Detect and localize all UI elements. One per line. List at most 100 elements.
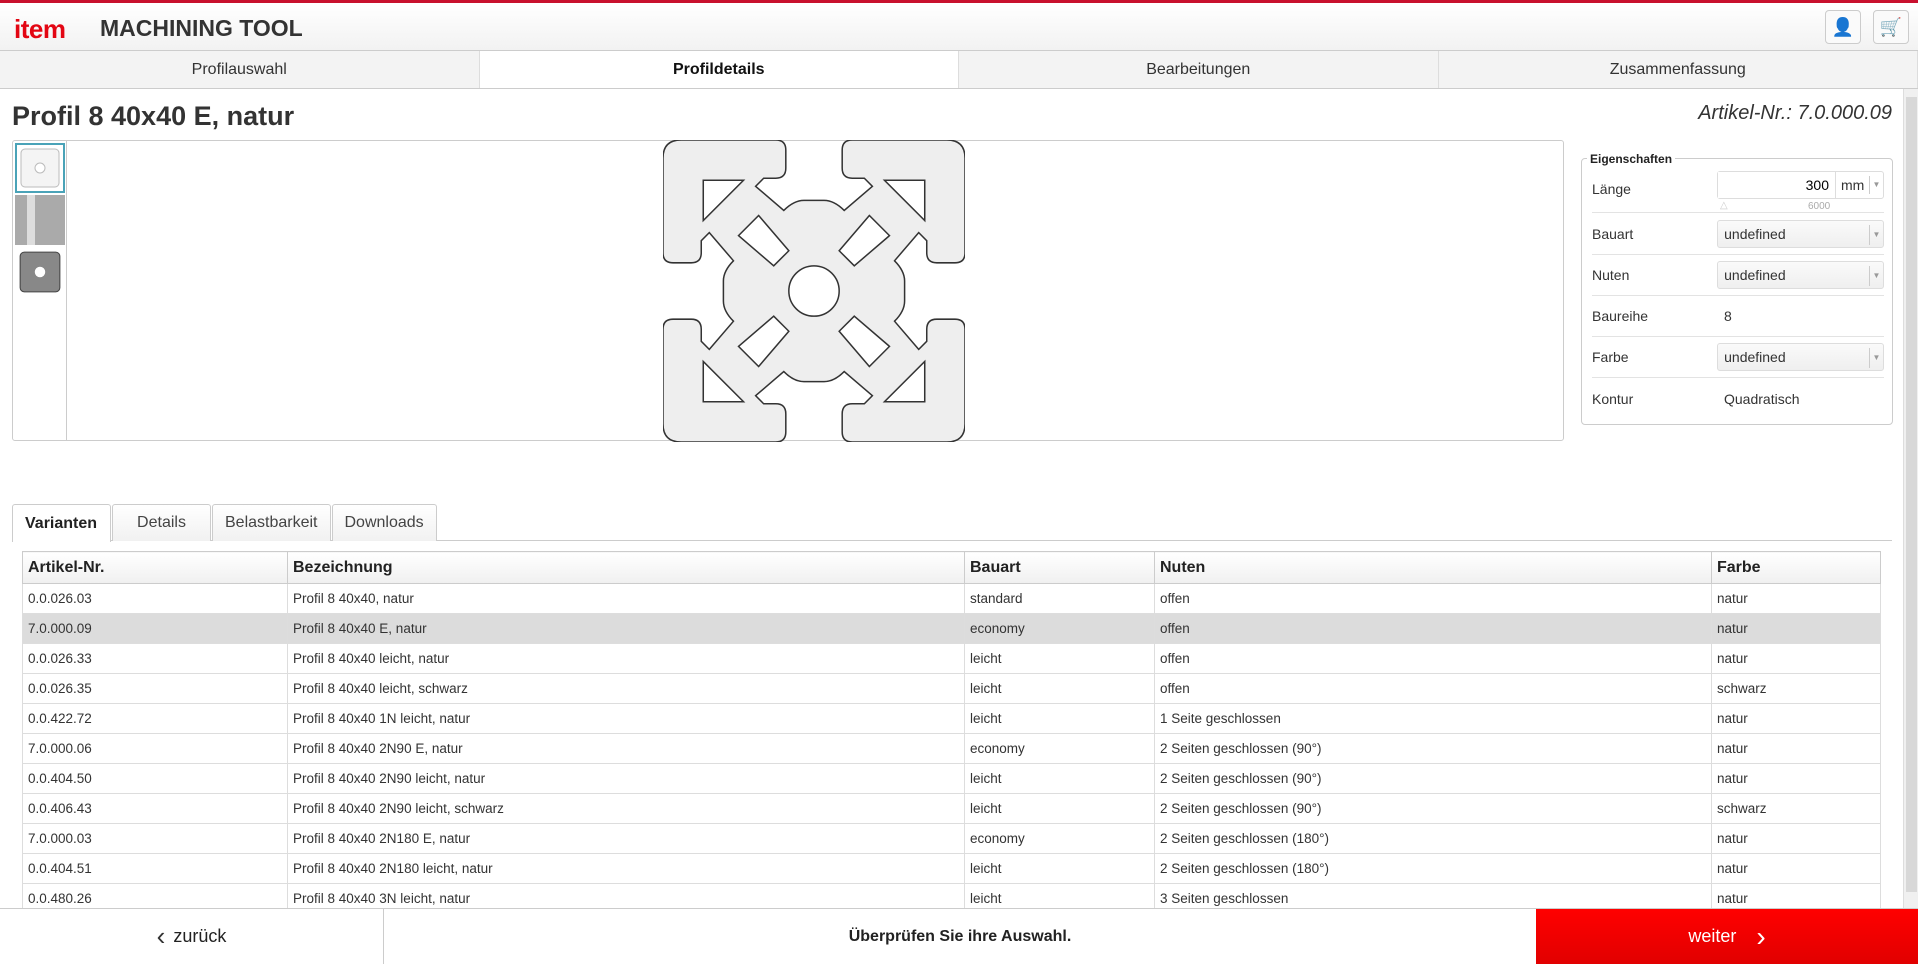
column-header[interactable]: Nuten	[1155, 552, 1712, 584]
bauart-select[interactable]: undefined ▼	[1717, 220, 1884, 248]
farbe-select[interactable]: undefined▼	[1717, 343, 1884, 371]
table-cell: 0.0.026.35	[23, 674, 288, 704]
thumbnail-profile-dark[interactable]	[15, 247, 65, 297]
table-cell: 2 Seiten geschlossen (90°)	[1155, 734, 1712, 764]
chevron-down-icon: ▼	[1869, 225, 1883, 245]
table-cell: 0.0.404.50	[23, 764, 288, 794]
laenge-input[interactable]	[1718, 172, 1835, 198]
table-cell: economy	[965, 614, 1155, 644]
table-row[interactable]: 0.0.406.43Profil 8 40x40 2N90 leicht, sc…	[23, 794, 1881, 824]
variants-table: Artikel-Nr.BezeichnungBauartNutenFarbe 0…	[22, 551, 1881, 908]
table-row[interactable]: 0.0.404.50Profil 8 40x40 2N90 leicht, na…	[23, 764, 1881, 794]
step-profildetails[interactable]: Profildetails	[480, 51, 960, 88]
property-nuten: Nuten undefined▼	[1592, 255, 1884, 296]
cart-button[interactable]: 🛒	[1873, 10, 1909, 44]
table-cell: leicht	[965, 674, 1155, 704]
table-cell: 0.0.480.26	[23, 884, 288, 909]
table-cell: Profil 8 40x40, natur	[288, 584, 965, 614]
baureihe-label: Baureihe	[1592, 308, 1718, 324]
user-button[interactable]: 👤	[1825, 10, 1861, 44]
table-cell: Profil 8 40x40 2N180 leicht, natur	[288, 854, 965, 884]
bauart-label: Bauart	[1592, 226, 1717, 242]
column-header[interactable]: Artikel-Nr.	[23, 552, 288, 584]
variants-table-container: Artikel-Nr.BezeichnungBauartNutenFarbe 0…	[22, 551, 1882, 908]
status-message: Überprüfen Sie ihre Auswahl.	[384, 909, 1536, 964]
tab-belastbarkeit[interactable]: Belastbarkeit	[212, 504, 331, 541]
table-row[interactable]: 0.0.480.26Profil 8 40x40 3N leicht, natu…	[23, 884, 1881, 909]
step-zusammenfassung[interactable]: Zusammenfassung	[1439, 51, 1918, 88]
table-cell: leicht	[965, 854, 1155, 884]
cart-icon: 🛒	[1880, 17, 1902, 38]
table-cell: 0.0.422.72	[23, 704, 288, 734]
table-cell: economy	[965, 734, 1155, 764]
back-label: zurück	[173, 926, 226, 947]
table-row[interactable]: 0.0.422.72Profil 8 40x40 1N leicht, natu…	[23, 704, 1881, 734]
footer-bar: ‹zurück Überprüfen Sie ihre Auswahl. wei…	[0, 908, 1918, 963]
table-row[interactable]: 0.0.026.33Profil 8 40x40 leicht, naturle…	[23, 644, 1881, 674]
column-header[interactable]: Bauart	[965, 552, 1155, 584]
kontur-label: Kontur	[1592, 391, 1718, 407]
table-cell: natur	[1712, 614, 1881, 644]
chevron-down-icon[interactable]: ▼	[1869, 176, 1883, 194]
table-row[interactable]: 0.0.026.35Profil 8 40x40 leicht, schwarz…	[23, 674, 1881, 704]
table-row[interactable]: 7.0.000.03Profil 8 40x40 2N180 E, nature…	[23, 824, 1881, 854]
tab-downloads[interactable]: Downloads	[332, 504, 437, 541]
page-title: Profil 8 40x40 E, natur	[12, 101, 294, 132]
property-baureihe: Baureihe 8	[1592, 296, 1884, 337]
table-cell: leicht	[965, 704, 1155, 734]
table-row[interactable]: 0.0.026.03Profil 8 40x40, naturstandardo…	[23, 584, 1881, 614]
column-header[interactable]: Bezeichnung	[288, 552, 965, 584]
table-cell: Profil 8 40x40 2N90 E, natur	[288, 734, 965, 764]
page-scrollbar[interactable]	[1903, 89, 1918, 908]
thumbnail-photo[interactable]	[15, 195, 65, 245]
tab-varianten[interactable]: Varianten	[12, 504, 111, 542]
nuten-value: undefined	[1724, 267, 1786, 283]
table-header: Artikel-Nr.BezeichnungBauartNutenFarbe	[23, 552, 1881, 584]
tab-details[interactable]: Details	[112, 504, 211, 541]
properties-panel: Eigenschaften Länge mm ▼ △ 6000 Bauart u…	[1581, 158, 1893, 425]
column-header[interactable]: Farbe	[1712, 552, 1881, 584]
nuten-select[interactable]: undefined▼	[1717, 261, 1884, 289]
table-cell: Profil 8 40x40 leicht, natur	[288, 644, 965, 674]
thumbnail-profile-outline[interactable]	[15, 143, 65, 193]
table-cell: Profil 8 40x40 leicht, schwarz	[288, 674, 965, 704]
table-cell: leicht	[965, 764, 1155, 794]
step-bearbeitungen[interactable]: Bearbeitungen	[959, 51, 1439, 88]
table-cell: natur	[1712, 704, 1881, 734]
article-number: Artikel-Nr.: 7.0.000.09	[1698, 102, 1892, 125]
table-cell: leicht	[965, 794, 1155, 824]
table-cell: 7.0.000.03	[23, 824, 288, 854]
step-profilauswahl[interactable]: Profilauswahl	[0, 51, 480, 88]
scrollbar-thumb[interactable]	[1906, 97, 1917, 892]
length-max-label: 6000	[1808, 201, 1830, 212]
thumbnail-list	[13, 141, 67, 440]
table-cell: 2 Seiten geschlossen (180°)	[1155, 824, 1712, 854]
table-row[interactable]: 7.0.000.06Profil 8 40x40 2N90 E, naturec…	[23, 734, 1881, 764]
next-label: weiter	[1688, 926, 1736, 947]
table-cell: Profil 8 40x40 3N leicht, natur	[288, 884, 965, 909]
table-cell: 3 Seiten geschlossen	[1155, 884, 1712, 909]
unit-select[interactable]: mm	[1835, 172, 1869, 198]
table-cell: 0.0.026.33	[23, 644, 288, 674]
back-button[interactable]: ‹zurück	[0, 909, 384, 964]
bauart-value: undefined	[1724, 226, 1786, 242]
image-viewer	[12, 140, 1564, 441]
table-cell: leicht	[965, 644, 1155, 674]
table-cell: Profil 8 40x40 2N180 E, natur	[288, 824, 965, 854]
kontur-value: Quadratisch	[1718, 391, 1799, 407]
table-cell: offen	[1155, 674, 1712, 704]
next-button[interactable]: weiter›	[1536, 909, 1918, 964]
profile-cross-section-image	[663, 140, 965, 442]
table-cell: 1 Seite geschlossen	[1155, 704, 1712, 734]
length-slider-handle[interactable]: △	[1720, 200, 1728, 211]
table-cell: 2 Seiten geschlossen (90°)	[1155, 794, 1712, 824]
table-cell: natur	[1712, 734, 1881, 764]
table-cell: 2 Seiten geschlossen (90°)	[1155, 764, 1712, 794]
table-cell: natur	[1712, 824, 1881, 854]
table-cell: 7.0.000.09	[23, 614, 288, 644]
table-cell: 7.0.000.06	[23, 734, 288, 764]
table-row[interactable]: 7.0.000.09Profil 8 40x40 E, natureconomy…	[23, 614, 1881, 644]
table-cell: 2 Seiten geschlossen (180°)	[1155, 854, 1712, 884]
table-row[interactable]: 0.0.404.51Profil 8 40x40 2N180 leicht, n…	[23, 854, 1881, 884]
table-cell: Profil 8 40x40 1N leicht, natur	[288, 704, 965, 734]
